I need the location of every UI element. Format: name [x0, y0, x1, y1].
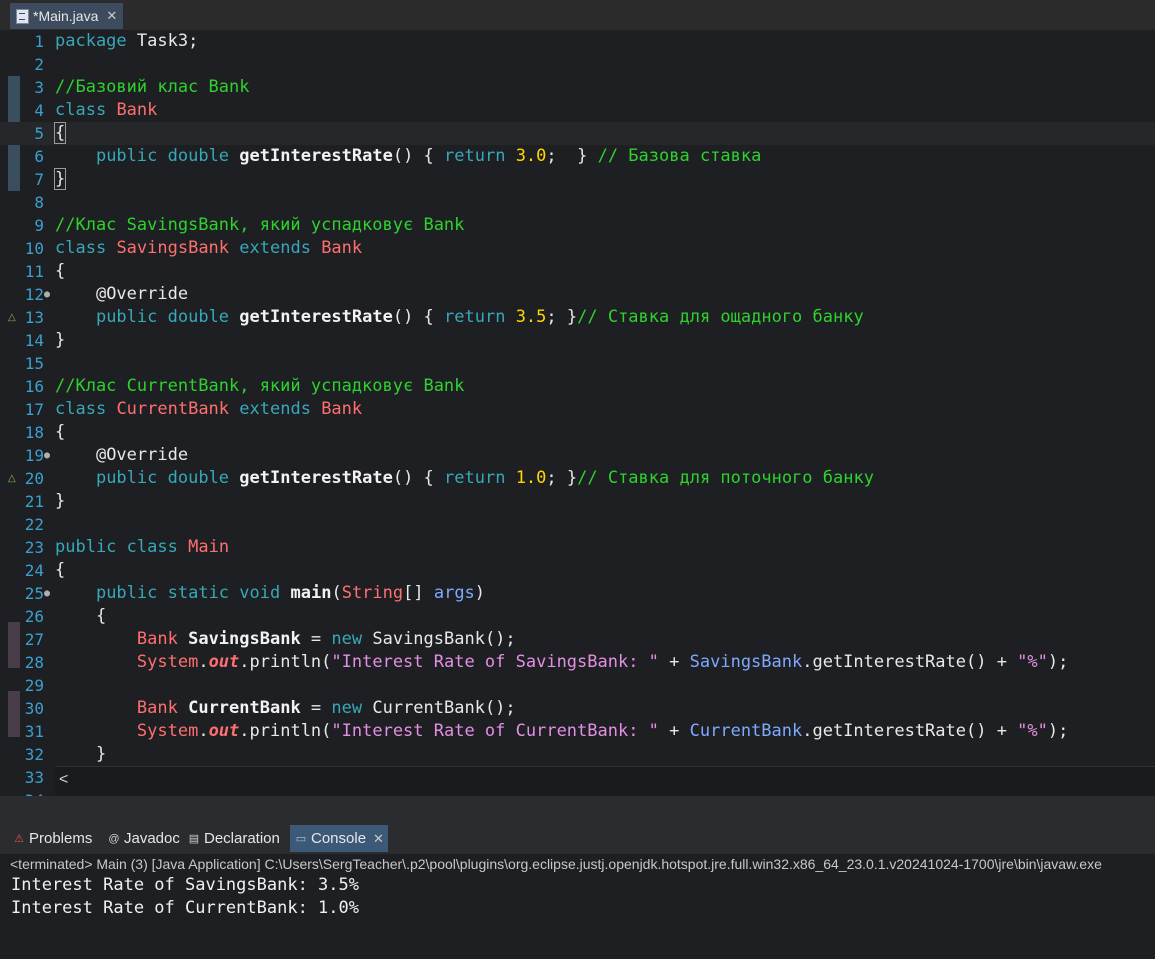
line-number: 5: [34, 124, 44, 143]
fold-icon[interactable]: ●: [44, 283, 52, 306]
line-number: 20: [24, 469, 44, 488]
code-line-4: class Bank: [55, 100, 158, 120]
line-number: 19: [24, 446, 44, 465]
code-line-32: }: [95, 744, 107, 764]
line-number: 33: [24, 768, 44, 787]
code-line-30: Bank CurrentBank = new CurrentBank();: [136, 698, 516, 718]
console-line: Interest Rate of SavingsBank: 3.5%: [11, 875, 359, 895]
console-status: <terminated> Main (3) [Java Application]…: [0, 854, 1155, 874]
line-number: 3: [34, 78, 44, 97]
console-output[interactable]: Interest Rate of SavingsBank: 3.5% Inter…: [0, 874, 1155, 959]
code-line-6: public double getInterestRate() { return…: [95, 146, 762, 166]
tab-console[interactable]: ▭ Console ✕: [290, 825, 388, 852]
line-number: 26: [24, 607, 44, 626]
code-line-10: class SavingsBank extends Bank: [55, 238, 363, 258]
tab-problems[interactable]: ⚠ Problems: [8, 825, 96, 852]
line-number: 16: [24, 377, 44, 396]
code-line-27: Bank SavingsBank = new SavingsBank();: [136, 629, 516, 649]
line-number: 34: [20, 789, 44, 796]
console-line: Interest Rate of CurrentBank: 1.0%: [11, 898, 359, 918]
declaration-icon: ▤: [188, 832, 200, 845]
editor-tab-title: *Main.java: [33, 8, 99, 24]
line-number: 24: [24, 561, 44, 580]
code-line-18: {: [55, 422, 66, 442]
fold-icon[interactable]: ●: [44, 582, 52, 605]
code-line-7: }: [53, 168, 67, 190]
line-number: 31: [24, 722, 44, 741]
line-number: 11: [24, 262, 44, 281]
code-line-21: }: [55, 491, 66, 511]
tab-javadoc[interactable]: @ Javadoc: [103, 825, 184, 852]
tab-label: Problems: [29, 830, 93, 847]
line-number: 22: [24, 515, 44, 534]
current-line-highlight: 5{: [0, 122, 1155, 145]
editor-tab-bar: *Main.java ✕: [0, 0, 1155, 30]
line-number: 32: [24, 745, 44, 764]
code-line-28: System.out.println("Interest Rate of Sav…: [136, 652, 1069, 672]
line-number: 15: [24, 354, 44, 373]
code-line-26: {: [95, 606, 107, 626]
code-line-14: }: [55, 330, 66, 350]
code-editor[interactable]: 1 package Task3; 2 3 //Базовий клас Bank 4…: [0, 30, 1155, 796]
code-comment: //Клас SavingsBank, який успадковує Bank: [55, 215, 465, 235]
code-line-13: public double getInterestRate() { return…: [95, 307, 864, 327]
line-number: 2: [34, 55, 44, 74]
code-line-1: package Task3;: [55, 31, 199, 51]
line-number: 27: [24, 630, 44, 649]
code-line-17: class CurrentBank extends Bank: [55, 399, 363, 419]
code-line-23: public class Main: [55, 537, 230, 557]
override-icon: △: [8, 473, 16, 484]
code-line-12: @Override: [95, 284, 189, 304]
console-icon: ▭: [295, 832, 307, 845]
problems-icon: ⚠: [14, 832, 24, 845]
close-icon[interactable]: ✕: [373, 825, 384, 852]
code-line-31: System.out.println("Interest Rate of Cur…: [136, 721, 1069, 741]
horizontal-scrollbar[interactable]: <: [55, 766, 1155, 796]
scroll-left-icon[interactable]: <: [59, 771, 68, 789]
code-line-25: public static void main(String[] args): [95, 583, 486, 603]
line-number: 9: [34, 216, 44, 235]
override-icon: △: [8, 312, 16, 323]
code-line-19: @Override: [95, 445, 189, 465]
javadoc-icon: @: [108, 832, 120, 845]
line-number: 29: [24, 676, 44, 695]
line-number: 10: [24, 239, 44, 258]
line-number: 13: [24, 308, 44, 327]
line-number: 14: [24, 331, 44, 350]
code-comment: //Клас CurrentBank, який успадковує Bank: [55, 376, 465, 396]
code-line-11: {: [55, 261, 66, 281]
fold-icon[interactable]: ●: [44, 444, 52, 467]
java-file-icon: [16, 8, 29, 24]
code-line-24: {: [55, 560, 66, 580]
code-comment: //Базовий клас Bank: [55, 77, 250, 97]
code-line-20: public double getInterestRate() { return…: [95, 468, 874, 488]
line-number: 30: [24, 699, 44, 718]
panel-divider[interactable]: [0, 796, 1155, 822]
tab-label: Javadoc: [124, 830, 180, 847]
line-number: 7: [34, 170, 44, 189]
bottom-panel-tabs: ⚠ Problems @ Javadoc ▤ Declaration ▭ Con…: [0, 822, 1155, 854]
tab-label: Declaration: [204, 830, 280, 847]
line-number: 8: [34, 193, 44, 212]
line-number: 1: [34, 32, 44, 51]
tab-declaration[interactable]: ▤ Declaration: [183, 825, 284, 852]
tab-label: Console: [311, 830, 367, 847]
line-number: 18: [24, 423, 44, 442]
line-number: 23: [24, 538, 44, 557]
line-number: 6: [34, 147, 44, 166]
line-number: 28: [24, 653, 44, 672]
code-line-5: {: [53, 122, 67, 144]
line-number: 4: [34, 101, 44, 120]
line-number: 12: [24, 285, 44, 304]
line-number: 17: [24, 400, 44, 419]
editor-tab-main-java[interactable]: *Main.java ✕: [10, 3, 124, 29]
line-number: 21: [24, 492, 44, 511]
line-number: 25: [24, 584, 44, 603]
text-cursor: [65, 124, 67, 142]
close-icon[interactable]: ✕: [106, 3, 117, 29]
